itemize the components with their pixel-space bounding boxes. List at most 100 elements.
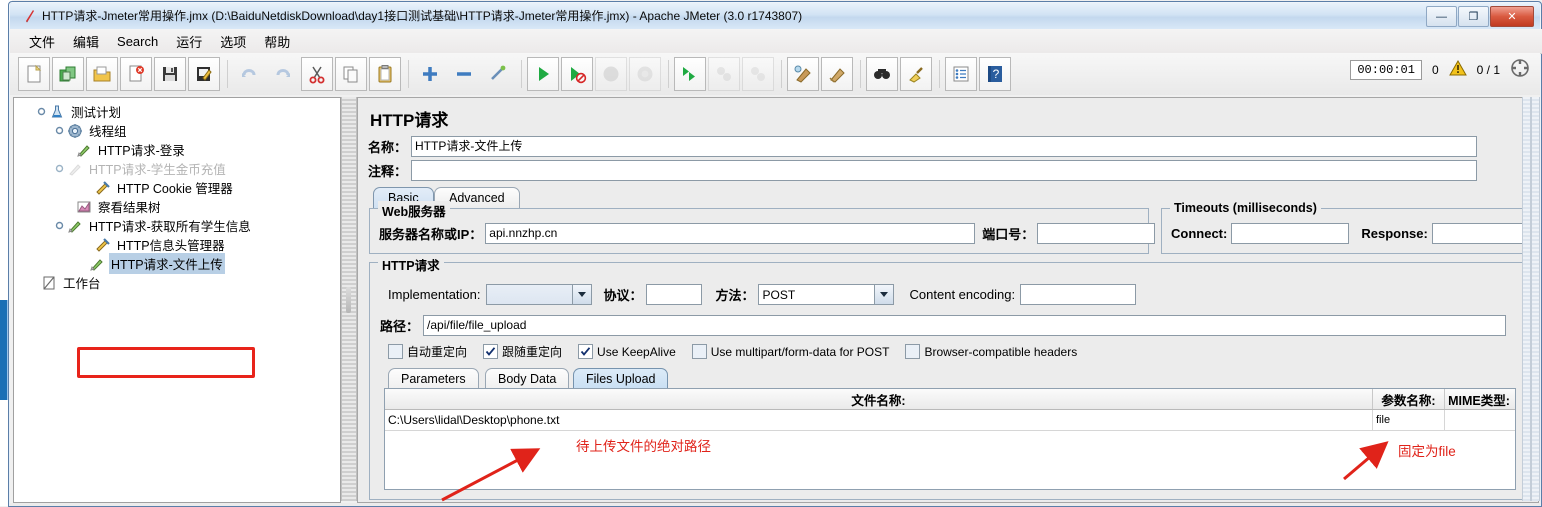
- tree-node-thread-group[interactable]: 线程组: [18, 121, 340, 140]
- warning-triangle-icon[interactable]: [1448, 59, 1467, 79]
- cut-icon[interactable]: [301, 57, 333, 91]
- maximize-button[interactable]: ❐: [1458, 6, 1489, 27]
- templates-icon[interactable]: [52, 57, 84, 91]
- cell-mime-type[interactable]: [1445, 410, 1513, 430]
- expand-handle-icon[interactable]: [36, 106, 47, 117]
- clear-all-icon[interactable]: [821, 57, 853, 91]
- browser-compatible-headers-checkbox[interactable]: [905, 344, 921, 359]
- expand-all-icon[interactable]: [414, 57, 446, 91]
- paste-icon[interactable]: [369, 57, 401, 91]
- options-checkbox-row: 自动重定向 跟随重定向 Use KeepAlive Use multipart/…: [388, 343, 1093, 360]
- cell-file-name[interactable]: C:\Users\lidal\Desktop\phone.txt: [385, 410, 1373, 430]
- table-row[interactable]: C:\Users\lidal\Desktop\phone.txt file: [385, 410, 1515, 431]
- tree-node-test-plan[interactable]: 测试计划: [18, 102, 340, 121]
- http-sampler-icon: [88, 255, 106, 272]
- save-icon[interactable]: [154, 57, 186, 91]
- start-icon[interactable]: [527, 57, 559, 91]
- vertical-scrollbar-outer[interactable]: [1522, 97, 1531, 501]
- workbench-icon: [40, 274, 58, 291]
- tree-node-http-get-students[interactable]: HTTP请求-获取所有学生信息: [18, 216, 340, 235]
- tree-node-header-manager[interactable]: HTTP信息头管理器: [18, 235, 340, 254]
- menu-item-help[interactable]: 帮助: [255, 29, 299, 54]
- tree-node-http-file-upload[interactable]: HTTP请求-文件上传: [18, 253, 340, 274]
- save-as-icon[interactable]: [188, 57, 220, 91]
- expand-handle-icon[interactable]: [54, 125, 65, 136]
- connect-label: Connect:: [1171, 226, 1228, 241]
- chevron-down-icon[interactable]: [873, 285, 893, 304]
- protocol-input[interactable]: [645, 284, 702, 305]
- close-button[interactable]: ✕: [1490, 6, 1534, 27]
- tree-label: HTTP请求-登录: [98, 144, 185, 158]
- column-header-file-name[interactable]: 文件名称:: [385, 389, 1373, 409]
- files-upload-table[interactable]: 文件名称: 参数名称: MIME类型: C:\Users\lidal\Deskt…: [384, 388, 1516, 490]
- page-title: HTTP请求: [370, 111, 449, 130]
- open-icon[interactable]: [86, 57, 118, 91]
- close-icon[interactable]: [120, 57, 152, 91]
- stop-remote-all-icon: [708, 57, 740, 91]
- method-select[interactable]: POST: [757, 284, 894, 305]
- main-window: HTTP请求-Jmeter常用操作.jmx (D:\BaiduNetdiskDo…: [8, 1, 1542, 507]
- port-label: 端口号：: [982, 227, 1035, 242]
- http-request-group: HTTP请求 Implementation: 协议： 方法： POST Cont…: [369, 255, 1529, 500]
- tree-node-http-recharge[interactable]: HTTP请求-学生金币充值: [18, 159, 340, 178]
- redo-icon[interactable]: [267, 57, 299, 91]
- name-input[interactable]: HTTP请求-文件上传: [411, 136, 1478, 157]
- tree-node-view-results[interactable]: 察看结果树: [18, 197, 340, 216]
- panel-splitter[interactable]: [341, 97, 357, 501]
- follow-redirect-label: 跟随重定向: [502, 345, 563, 359]
- jmeter-window: HTTP请求-Jmeter常用操作.jmx (D:\BaiduNetdiskDo…: [0, 0, 1542, 507]
- use-multipart-checkbox[interactable]: [691, 344, 707, 359]
- table-header-row: 文件名称: 参数名称: MIME类型:: [385, 389, 1515, 410]
- connect-input[interactable]: [1231, 223, 1350, 244]
- implementation-select[interactable]: [485, 284, 592, 305]
- tree-label-selected: HTTP请求-文件上传: [109, 253, 225, 274]
- timeouts-legend: Timeouts (milliseconds): [1170, 201, 1321, 215]
- follow-redirect-checkbox[interactable]: [483, 344, 499, 359]
- expand-handle-icon[interactable]: [54, 163, 65, 174]
- toggle-icon[interactable]: [482, 57, 514, 91]
- column-header-mime-type[interactable]: MIME类型:: [1445, 389, 1513, 409]
- cookie-manager-icon: [94, 179, 112, 196]
- tree-label: HTTP请求-获取所有学生信息: [89, 220, 251, 234]
- menu-item-edit[interactable]: 编辑: [64, 29, 108, 54]
- tree-node-workbench[interactable]: 工作台: [18, 273, 340, 292]
- clear-icon[interactable]: [787, 57, 819, 91]
- use-keepalive-checkbox[interactable]: [578, 344, 594, 359]
- server-input[interactable]: api.nnzhp.cn: [485, 223, 976, 244]
- new-icon[interactable]: [18, 57, 50, 91]
- undo-icon[interactable]: [233, 57, 265, 91]
- expand-handle-icon[interactable]: [54, 220, 65, 231]
- test-plan-tree[interactable]: 测试计划 线程组 HTTP请求-登录 HTTP请求-学生金币充值 HTTP Co…: [13, 97, 341, 503]
- copy-icon[interactable]: [335, 57, 367, 91]
- chevron-down-icon[interactable]: [571, 285, 591, 304]
- comment-input[interactable]: [411, 160, 1478, 181]
- minimize-button[interactable]: —: [1426, 6, 1457, 27]
- menu-item-search[interactable]: Search: [108, 31, 167, 52]
- cell-param-name[interactable]: file: [1373, 410, 1445, 430]
- menu-item-options[interactable]: 选项: [211, 29, 255, 54]
- start-no-pause-icon[interactable]: [561, 57, 593, 91]
- http-request-legend: HTTP请求: [378, 255, 444, 274]
- menu-item-run[interactable]: 运行: [167, 29, 211, 54]
- tab-body-data[interactable]: Body Data: [485, 368, 570, 389]
- auto-redirect-checkbox[interactable]: [388, 344, 403, 359]
- column-header-param-name[interactable]: 参数名称:: [1373, 389, 1445, 409]
- shutdown-icon: [629, 57, 661, 91]
- tab-parameters[interactable]: Parameters: [388, 368, 479, 389]
- start-remote-all-icon[interactable]: [674, 57, 706, 91]
- search-icon[interactable]: [866, 57, 898, 91]
- menu-item-file[interactable]: 文件: [20, 29, 64, 54]
- tree-node-cookie-manager[interactable]: HTTP Cookie 管理器: [18, 178, 340, 197]
- tree-label: HTTP Cookie 管理器: [117, 182, 233, 196]
- vertical-scrollbar-inner[interactable]: [1531, 97, 1540, 501]
- path-input[interactable]: /api/file/file_upload: [423, 315, 1507, 336]
- jmeter-feather-icon: [22, 8, 38, 24]
- collapse-all-icon[interactable]: [448, 57, 480, 91]
- tab-files-upload[interactable]: Files Upload: [573, 368, 669, 389]
- content-encoding-input[interactable]: [1020, 284, 1137, 305]
- tree-node-http-login[interactable]: HTTP请求-登录: [18, 140, 340, 159]
- help-icon[interactable]: ?: [979, 57, 1011, 91]
- port-input[interactable]: [1037, 223, 1156, 244]
- function-helper-icon[interactable]: [945, 57, 977, 91]
- search-reset-icon[interactable]: [900, 57, 932, 91]
